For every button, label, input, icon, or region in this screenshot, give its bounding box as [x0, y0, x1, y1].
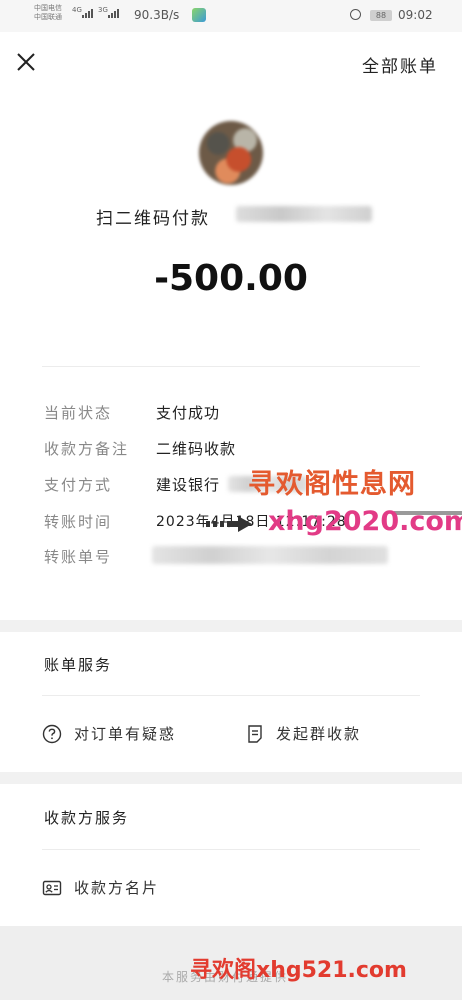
carrier-labels: 中国电信 中国联通	[34, 4, 62, 22]
arrow-icon	[206, 516, 252, 532]
section-gap	[0, 620, 462, 632]
section-gap	[0, 772, 462, 784]
transfer-number-redacted	[152, 546, 388, 564]
order-question-label: 对订单有疑惑	[74, 725, 177, 743]
transfer-time-label: 转账时间	[44, 513, 113, 531]
transfer-number-label: 转账单号	[44, 548, 113, 566]
payee-remark-value: 二维码收款	[156, 440, 237, 458]
order-question-button[interactable]: 对订单有疑惑	[42, 723, 176, 744]
status-time: 09:02	[398, 8, 433, 22]
payment-method-value: 建设银行	[156, 476, 221, 494]
divider	[42, 695, 420, 696]
payee-card-button[interactable]: 收款方名片	[42, 877, 159, 898]
all-bills-link[interactable]: 全部账单	[362, 52, 438, 77]
group-collection-button[interactable]: 发起群收款	[246, 723, 361, 744]
network-type-1: 4G	[72, 6, 82, 14]
divider	[42, 366, 420, 367]
watermark-footer: 寻欢阁xhg521.com	[190, 958, 407, 983]
battery-icon: 88	[370, 10, 392, 21]
payment-title: 扫二维码付款	[96, 209, 210, 229]
network-type-2: 3G	[98, 6, 108, 14]
carrier-2: 中国联通	[34, 13, 62, 21]
contact-card-icon	[42, 880, 62, 895]
signal-icon	[108, 9, 119, 18]
status-label: 当前状态	[44, 404, 113, 422]
alarm-icon	[350, 9, 361, 20]
document-icon	[248, 724, 262, 743]
close-button[interactable]	[14, 50, 38, 74]
payee-name-redacted	[236, 206, 372, 222]
divider	[42, 849, 420, 850]
status-bar: 中国电信 中国联通 4G 3G 90.3B/s 88 09:02	[0, 0, 462, 32]
payee-remark-label: 收款方备注	[44, 440, 130, 458]
group-collection-label: 发起群收款	[276, 725, 362, 743]
footer: 本服务由财付通提供 寻欢阁xhg521.com	[0, 926, 462, 1000]
payee-service-title: 收款方服务	[44, 809, 130, 827]
bill-service-title: 账单服务	[44, 656, 113, 674]
network-speed: 90.3B/s	[134, 8, 180, 22]
payee-card-label: 收款方名片	[74, 879, 160, 897]
payment-amount: -500.00	[154, 258, 308, 299]
signal-icon	[82, 9, 93, 18]
watermark-text: 寻欢阁性息网	[248, 469, 416, 500]
payment-method-label: 支付方式	[44, 476, 113, 494]
payee-avatar	[199, 121, 263, 185]
app-notification-icon	[192, 8, 206, 22]
close-icon	[17, 53, 35, 71]
question-circle-icon	[42, 724, 62, 743]
watermark-url: xhg2020.com	[268, 506, 462, 537]
status-value: 支付成功	[156, 404, 221, 422]
carrier-1: 中国电信	[34, 4, 62, 12]
